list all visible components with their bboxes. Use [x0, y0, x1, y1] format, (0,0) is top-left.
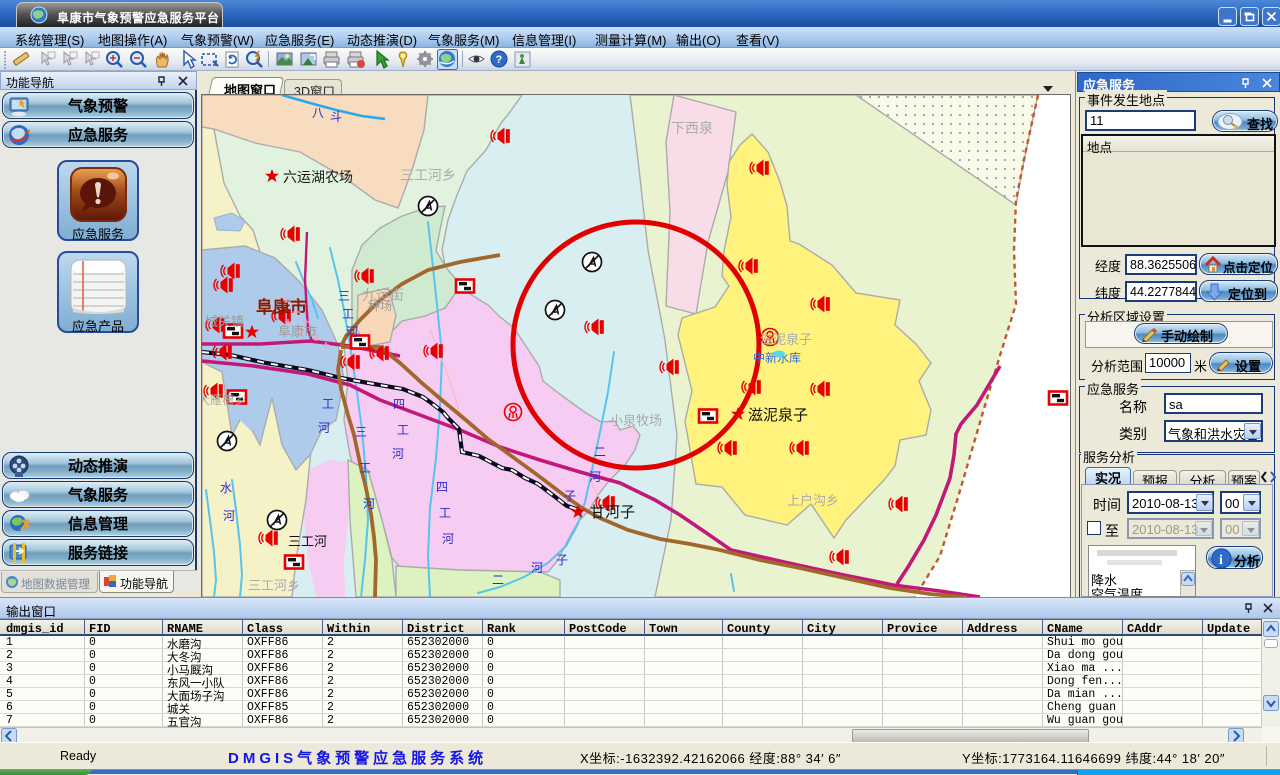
- svg-text:二: 二: [492, 573, 504, 587]
- svg-text:三: 三: [355, 425, 367, 439]
- svg-text:四: 四: [436, 480, 448, 494]
- svg-text:河: 河: [223, 509, 235, 523]
- svg-text:小泉牧场: 小泉牧场: [610, 413, 662, 428]
- svg-text:甘河子: 甘河子: [590, 504, 635, 521]
- svg-text:下西泉: 下西泉: [671, 120, 713, 136]
- svg-text:二: 二: [594, 445, 606, 459]
- svg-text:河: 河: [589, 470, 601, 484]
- svg-text:河: 河: [531, 561, 543, 575]
- svg-text:上户沟乡: 上户沟乡: [787, 493, 839, 508]
- svg-text:工: 工: [359, 461, 371, 475]
- svg-text:河: 河: [442, 532, 454, 546]
- svg-text:i: i: [1219, 553, 1223, 568]
- svg-text:子: 子: [556, 553, 568, 567]
- svg-text:工: 工: [342, 307, 354, 321]
- svg-text:种场: 种场: [368, 299, 392, 313]
- svg-text:水: 水: [220, 481, 232, 495]
- svg-text:工: 工: [439, 506, 451, 520]
- svg-text:滋泥泉子: 滋泥泉子: [760, 332, 812, 347]
- svg-text:三: 三: [338, 289, 350, 303]
- svg-text:六运湖农场: 六运湖农场: [283, 169, 353, 185]
- svg-text:阜康市: 阜康市: [256, 297, 307, 317]
- svg-text:大雁槽乡: 大雁槽乡: [202, 393, 246, 407]
- svg-text:四: 四: [393, 397, 405, 411]
- svg-text:三工河乡: 三工河乡: [400, 167, 456, 183]
- svg-text:八: 八: [312, 106, 324, 120]
- svg-text:子: 子: [564, 489, 576, 503]
- svg-text:?: ?: [496, 54, 503, 66]
- svg-text:工: 工: [322, 397, 334, 411]
- svg-text:河: 河: [346, 325, 358, 339]
- svg-text:三工河乡: 三工河乡: [248, 578, 300, 593]
- svg-text:河: 河: [363, 497, 375, 511]
- svg-text:城关镇: 城关镇: [205, 314, 244, 329]
- svg-text:滋泥泉子: 滋泥泉子: [748, 407, 808, 424]
- svg-text:河: 河: [392, 447, 404, 461]
- svg-text:斗: 斗: [330, 110, 342, 124]
- svg-text:工: 工: [397, 423, 409, 437]
- svg-text:河: 河: [318, 421, 330, 435]
- svg-text:三工河: 三工河: [288, 534, 327, 549]
